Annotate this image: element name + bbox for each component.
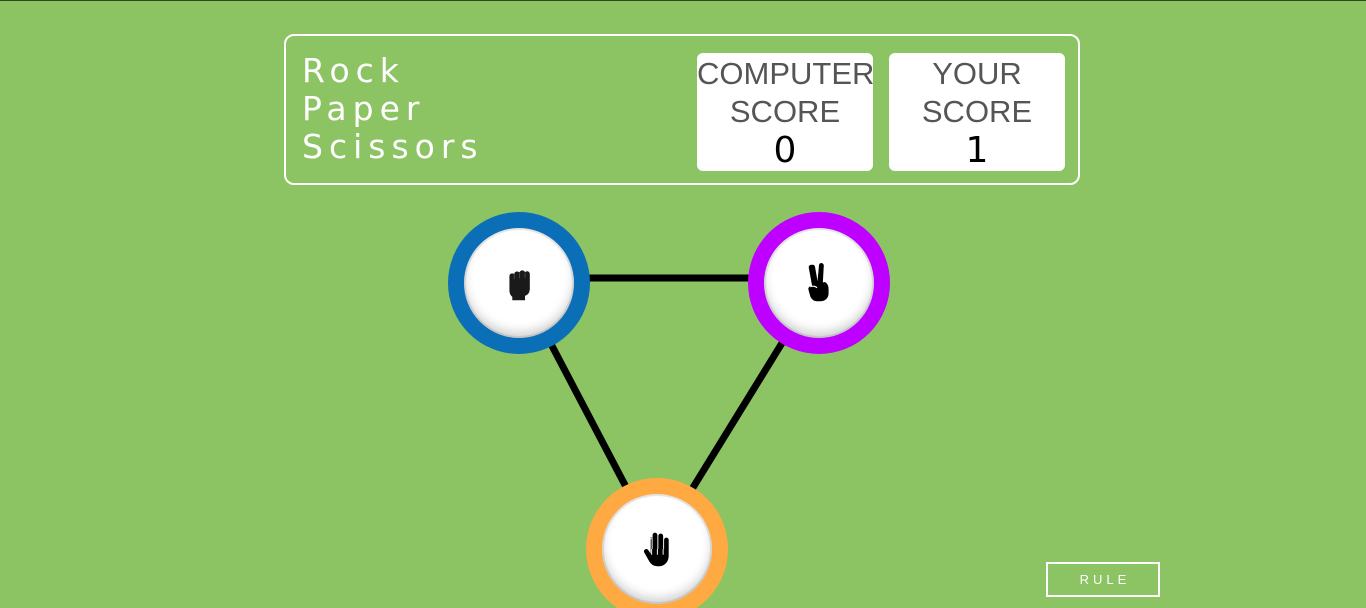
computer-score-box: COMPUTER SCORE 0	[697, 53, 875, 171]
title-line-paper: Paper	[302, 89, 426, 128]
title-line-rock: Rock	[302, 51, 405, 90]
game-title: Rock Paper Scissors	[302, 52, 484, 166]
scissors-choice-button[interactable]	[748, 212, 890, 354]
game-header: Rock Paper Scissors COMPUTER SCORE 0 YOU…	[284, 34, 1080, 185]
open-hand-icon	[643, 532, 669, 567]
your-score-label: YOUR SCORE	[889, 53, 1065, 131]
paper-choice-button[interactable]	[586, 478, 728, 608]
your-score-value: 1	[965, 130, 989, 171]
computer-score-label-line2: SCORE	[729, 94, 841, 129]
your-score-label-line1: YOUR	[932, 56, 1022, 91]
rock-choice-button[interactable]	[448, 212, 590, 354]
title-line-scissors: Scissors	[302, 127, 484, 166]
your-score-label-line2: SCORE	[921, 94, 1033, 129]
computer-score-label-line1: COMPUTER	[697, 56, 875, 91]
peace-hand-icon	[808, 263, 829, 302]
rule-button[interactable]: RULE	[1046, 562, 1160, 597]
fist-icon	[509, 270, 530, 301]
computer-score-label: COMPUTER SCORE	[697, 53, 875, 131]
your-score-box: YOUR SCORE 1	[889, 53, 1065, 171]
computer-score-value: 0	[773, 130, 797, 171]
